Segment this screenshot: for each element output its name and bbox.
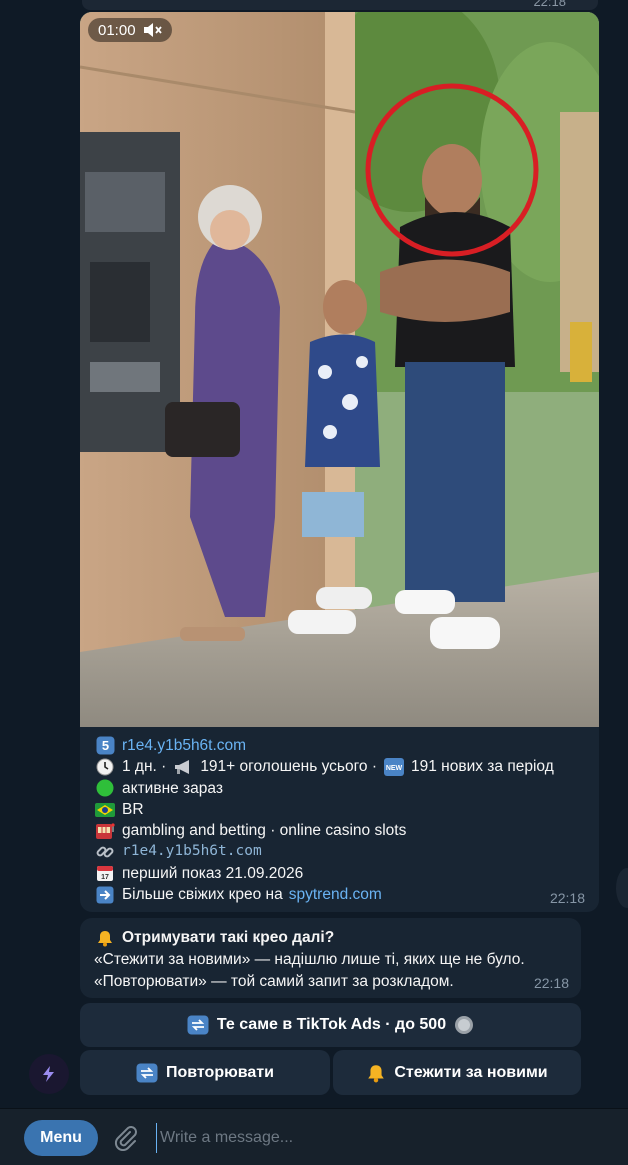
notice-time: 22:18 [533, 975, 569, 991]
menu-label: Menu [40, 1129, 82, 1146]
notice-title: Отримувати такі крео далі? [122, 929, 335, 946]
repeat-label: Повторювати [166, 1063, 274, 1081]
repeat-button[interactable]: Повторювати [80, 1050, 330, 1095]
paperclip-icon[interactable] [110, 1123, 140, 1153]
caption-domain-row: 5 r1e4.y1b5h6t.com [94, 735, 589, 756]
previous-message-edge: 22:18 [82, 0, 598, 10]
calendar-icon: 17 [94, 864, 116, 882]
caption-more-row: Більше свіжих крео на spytrend.com [94, 884, 589, 905]
message-composer: Menu [0, 1108, 628, 1165]
caption-status-row: активне зараз [94, 778, 589, 799]
keycap-five-icon: 5 [94, 736, 116, 755]
megaphone-icon [172, 758, 194, 776]
more-prefix: Більше свіжих крео на [122, 886, 283, 904]
stats-ads-total: 191+ оголошень усього · [200, 758, 378, 776]
follow-new-button[interactable]: Стежити за новими [333, 1050, 581, 1095]
ad-country: BR [122, 800, 144, 818]
notice-title-row: Отримувати такі крео далі? [94, 927, 567, 949]
menu-button[interactable]: Menu [24, 1120, 98, 1156]
caption-stats-row: 1 дн. · 191+ оголошень усього · NEW 191 … [94, 756, 589, 777]
ad-caption: 5 r1e4.y1b5h6t.com 1 дн. · 191+ оголошен… [94, 735, 589, 905]
slot-machine-icon [94, 822, 116, 840]
caption-country-row: BR [94, 799, 589, 820]
notice-line-repeat: «Повторювати» — той самий запит за розкл… [94, 973, 454, 990]
caption-category-row: gambling and betting · online casino slo… [94, 820, 589, 841]
lightning-icon [41, 1065, 57, 1083]
new-badge-icon: NEW [383, 757, 405, 776]
caption-link-row: r1e4.y1b5h6t.com [94, 841, 589, 862]
speaker-muted-icon[interactable] [142, 22, 162, 38]
arrow-right-icon [94, 886, 116, 904]
video-preview[interactable]: 01:00 [80, 12, 599, 727]
stats-new: 191 нових за період [411, 758, 554, 776]
ad-domain-link[interactable]: r1e4.y1b5h6t.com [122, 735, 246, 756]
repeat-icon [187, 1015, 209, 1035]
message-time: 22:18 [549, 890, 585, 906]
brazil-flag-icon [94, 801, 116, 819]
bot-avatar[interactable] [29, 1054, 69, 1094]
ad-category: gambling and betting · online casino slo… [122, 822, 407, 840]
new-badge-text: NEW [386, 765, 403, 772]
stats-days: 1 дн. · [122, 758, 167, 776]
clock-icon [94, 758, 116, 776]
coin-icon [454, 1015, 474, 1035]
tiktok-ads-label: Те саме в TikTok Ads · до 500 [216, 1016, 447, 1033]
green-circle-icon [94, 779, 116, 797]
tiktok-ads-button[interactable]: Те саме в TikTok Ads · до 500 [80, 1003, 581, 1047]
first-shown-date: перший показ 21.09.2026 [122, 864, 304, 882]
follow-new-label: Стежити за новими [394, 1063, 548, 1081]
ad-message-bubble: 01:00 5 r1e4.y1b5h6t.com 1 дн. · 191+ ог… [80, 12, 599, 912]
chain-link-icon [94, 843, 116, 861]
video-duration: 01:00 [98, 21, 136, 39]
caption-first-shown-row: 17 перший показ 21.09.2026 [94, 863, 589, 884]
bell-icon [94, 929, 116, 947]
bell-icon [366, 1063, 386, 1083]
calendar-day: 17 [101, 874, 109, 881]
video-duration-badge[interactable]: 01:00 [88, 18, 172, 42]
video-frame-illustration [80, 12, 599, 727]
previous-message-time: 22:18 [533, 0, 566, 9]
landing-link-mono[interactable]: r1e4.y1b5h6t.com [122, 841, 262, 862]
message-input[interactable] [156, 1123, 596, 1153]
notice-line-follow: «Стежити за новими» — надішлю лише ті, я… [94, 951, 525, 968]
subscription-notice-bubble: Отримувати такі крео далі? «Стежити за н… [80, 918, 581, 998]
keycap-digit: 5 [101, 738, 108, 753]
repeat-icon [136, 1063, 158, 1083]
ad-status: активне зараз [122, 779, 223, 797]
spytrend-link[interactable]: spytrend.com [289, 884, 382, 905]
